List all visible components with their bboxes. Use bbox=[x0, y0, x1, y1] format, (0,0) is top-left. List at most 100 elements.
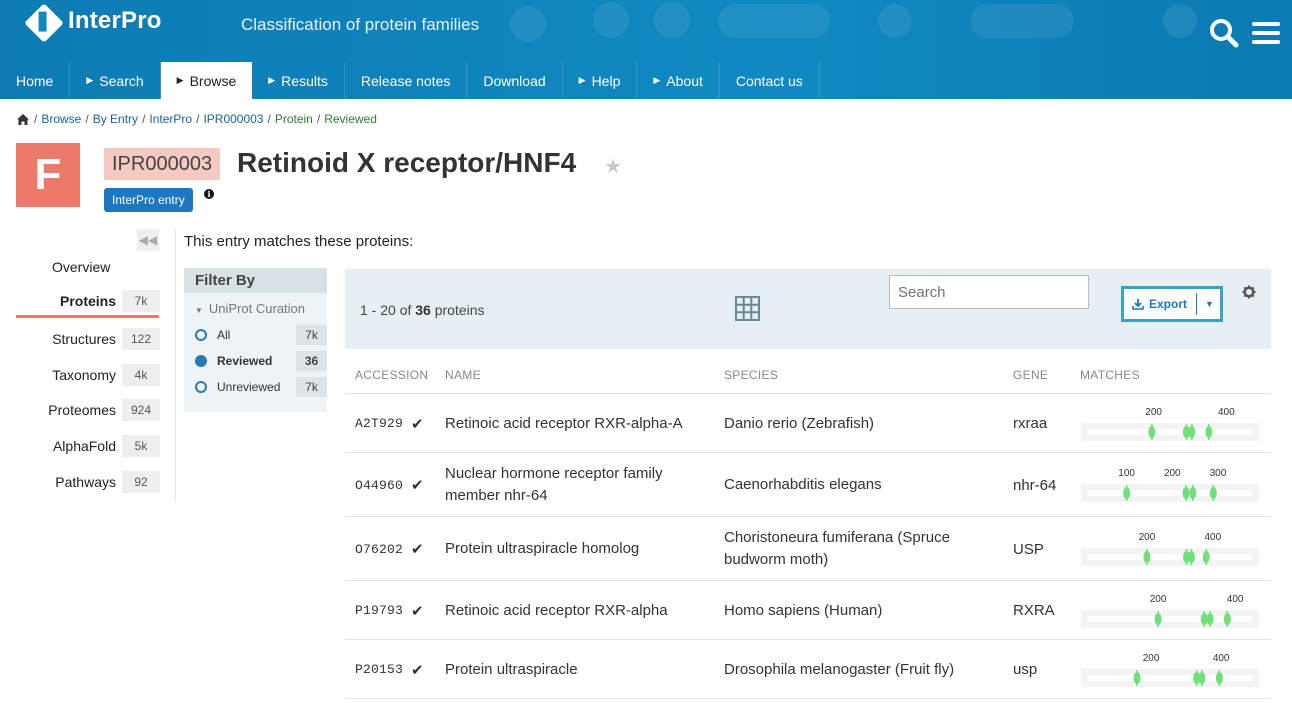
active-tab-indicator bbox=[16, 315, 159, 318]
matches-track[interactable]: 200 400 bbox=[1080, 527, 1260, 567]
nav-item-home[interactable]: Home bbox=[0, 62, 71, 99]
breadcrumb-interpro[interactable]: InterPro bbox=[149, 112, 192, 126]
protein-name-cell: Retinoic acid receptor RXR-alpha-A bbox=[445, 394, 710, 453]
accession-cell: A2T929 ✔ bbox=[355, 394, 424, 453]
nav-item-contact-us[interactable]: Contact us bbox=[720, 62, 820, 99]
menu-icon[interactable] bbox=[1251, 18, 1281, 48]
chevron-down-icon: ▼ bbox=[195, 306, 203, 315]
gear-icon[interactable] bbox=[1242, 285, 1256, 299]
download-icon bbox=[1132, 299, 1144, 310]
axis-tick-label: 200 bbox=[1164, 468, 1181, 479]
protein-name-cell: Protein ultraspiracle bbox=[445, 640, 710, 699]
accession-link[interactable]: P19793 bbox=[355, 603, 403, 618]
breadcrumb-browse[interactable]: Browse bbox=[41, 112, 81, 126]
caret-right-icon: ▶ bbox=[176, 75, 184, 85]
column-header-name[interactable]: NAME bbox=[445, 368, 481, 382]
logo-text: InterPro bbox=[68, 6, 162, 34]
filter-option-count: 36 bbox=[296, 351, 327, 371]
protein-name-link[interactable]: Protein ultraspiracle bbox=[445, 659, 578, 681]
nav-item-help[interactable]: ▶ Help bbox=[563, 62, 638, 99]
accession-cell: O44960 ✔ bbox=[355, 453, 424, 517]
gene-cell: usp bbox=[1013, 640, 1037, 699]
filter-option-all[interactable]: All 7k bbox=[195, 325, 327, 345]
nav-item-label: Home bbox=[16, 72, 54, 89]
matches-track[interactable]: 200 400 bbox=[1080, 402, 1260, 442]
breadcrumb-protein[interactable]: Protein bbox=[275, 112, 313, 126]
accession-link[interactable]: O44960 bbox=[355, 478, 403, 493]
menu-item-proteins[interactable]: Proteins 7k bbox=[16, 289, 160, 313]
protein-name-link[interactable]: Nuclear hormone receptor family member n… bbox=[445, 463, 710, 507]
menu-item-overview[interactable]: Overview bbox=[52, 259, 110, 275]
nav-item-label: Help bbox=[591, 72, 621, 89]
menu-item-label: Pathways bbox=[55, 474, 116, 490]
filter-option-reviewed[interactable]: Reviewed 36 bbox=[195, 351, 327, 371]
nav-item-download[interactable]: Download bbox=[467, 62, 563, 99]
column-header-gene[interactable]: GENE bbox=[1013, 368, 1048, 382]
caret-right-icon: ▶ bbox=[86, 75, 94, 85]
species-link[interactable]: Drosophila melanogaster (Fruit fly) bbox=[724, 659, 954, 681]
table-row[interactable]: P19793 ✔ Retinoic acid receptor RXR-alpha H… bbox=[345, 581, 1271, 640]
nav-item-about[interactable]: ▶ About bbox=[637, 62, 720, 99]
menu-item-pathways[interactable]: Pathways 92 bbox=[16, 470, 160, 494]
collapse-menu-icon[interactable]: ◀◀ bbox=[137, 229, 159, 251]
axis-tick-label: 400 bbox=[1227, 594, 1244, 605]
grid-view-icon[interactable] bbox=[735, 296, 760, 321]
menu-item-label: Taxonomy bbox=[52, 367, 116, 383]
menu-item-taxonomy[interactable]: Taxonomy 4k bbox=[16, 363, 160, 387]
table-search-input[interactable] bbox=[889, 275, 1089, 309]
matches-track[interactable]: 200 400 bbox=[1080, 589, 1260, 629]
nav-item-release-notes[interactable]: Release notes bbox=[345, 62, 468, 99]
radio-button[interactable] bbox=[195, 329, 207, 341]
table-row[interactable]: O76202 ✔ Protein ultraspiracle homolog Chor… bbox=[345, 517, 1271, 581]
menu-item-structures[interactable]: Structures 122 bbox=[16, 327, 160, 351]
pagination-summary: 1 - 20 of 36 proteins bbox=[360, 302, 485, 318]
species-link[interactable]: Choristoneura fumiferana (Spruce budworm… bbox=[724, 527, 994, 571]
matches-track[interactable]: 200 400 bbox=[1080, 648, 1260, 688]
menu-item-count: 924 bbox=[122, 399, 160, 421]
table-row[interactable]: O44960 ✔ Nuclear hormone receptor family m… bbox=[345, 453, 1271, 517]
export-button[interactable]: Export ▼ bbox=[1121, 286, 1223, 322]
gene-name: rxraa bbox=[1013, 415, 1048, 432]
accession-link[interactable]: P20153 bbox=[355, 662, 403, 677]
axis-tick-label: 200 bbox=[1150, 594, 1167, 605]
protein-name-link[interactable]: Retinoic acid receptor RXR-alpha bbox=[445, 600, 668, 622]
radio-button[interactable] bbox=[195, 381, 207, 393]
home-icon[interactable] bbox=[16, 113, 30, 126]
accession-cell: P19793 ✔ bbox=[355, 581, 424, 640]
menu-item-alphafold[interactable]: AlphaFold 5k bbox=[16, 434, 160, 458]
menu-item-count: 5k bbox=[122, 435, 160, 457]
axis-tick-label: 100 bbox=[1118, 468, 1135, 479]
favourite-star-icon[interactable]: ★ bbox=[604, 154, 622, 179]
species-cell: Homo sapiens (Human) bbox=[724, 581, 994, 640]
reviewed-check-icon: ✔ bbox=[411, 414, 424, 433]
breadcrumb-by-entry[interactable]: By Entry bbox=[93, 112, 138, 126]
matches-track[interactable]: 100 200 300 bbox=[1080, 463, 1260, 503]
search-icon[interactable] bbox=[1209, 18, 1239, 48]
accession-link[interactable]: A2T929 bbox=[355, 416, 403, 431]
filter-option-unreviewed[interactable]: Unreviewed 7k bbox=[195, 377, 327, 397]
interpro-logo[interactable]: InterPro bbox=[24, 3, 162, 43]
info-icon[interactable]: i bbox=[204, 189, 214, 199]
nav-item-results[interactable]: ▶ Results bbox=[252, 62, 345, 99]
table-row[interactable]: A2T929 ✔ Retinoic acid receptor RXR-alpha-… bbox=[345, 394, 1271, 453]
pager-range: 1 - 20 of bbox=[360, 302, 412, 318]
menu-item-proteomes[interactable]: Proteomes 924 bbox=[16, 398, 160, 422]
axis-tick-label: 300 bbox=[1210, 468, 1227, 479]
species-link[interactable]: Homo sapiens (Human) bbox=[724, 600, 882, 622]
species-link[interactable]: Danio rerio (Zebrafish) bbox=[724, 413, 874, 435]
breadcrumb-accession[interactable]: IPR000003 bbox=[203, 112, 263, 126]
column-header-species[interactable]: SPECIES bbox=[724, 368, 778, 382]
nav-item-browse[interactable]: ▶ Browse bbox=[160, 62, 253, 99]
protein-name-link[interactable]: Retinoic acid receptor RXR-alpha-A bbox=[445, 413, 683, 435]
accession-link[interactable]: O76202 bbox=[355, 542, 403, 557]
radio-button[interactable] bbox=[195, 355, 207, 367]
table-row[interactable]: P20153 ✔ Protein ultraspiracle Drosophila m… bbox=[345, 640, 1271, 699]
filter-section-uniprot-curation[interactable]: ▼ UniProt Curation bbox=[195, 301, 305, 316]
nav-item-search[interactable]: ▶ Search bbox=[70, 62, 161, 99]
column-header-accession[interactable]: ACCESSION bbox=[355, 368, 428, 382]
nav-item-label: Results bbox=[281, 72, 328, 89]
page-title: Retinoid X receptor/HNF4 bbox=[237, 147, 577, 178]
species-link[interactable]: Caenorhabditis elegans bbox=[724, 474, 882, 496]
gene-name: RXRA bbox=[1013, 602, 1055, 619]
protein-name-link[interactable]: Protein ultraspiracle homolog bbox=[445, 538, 639, 560]
